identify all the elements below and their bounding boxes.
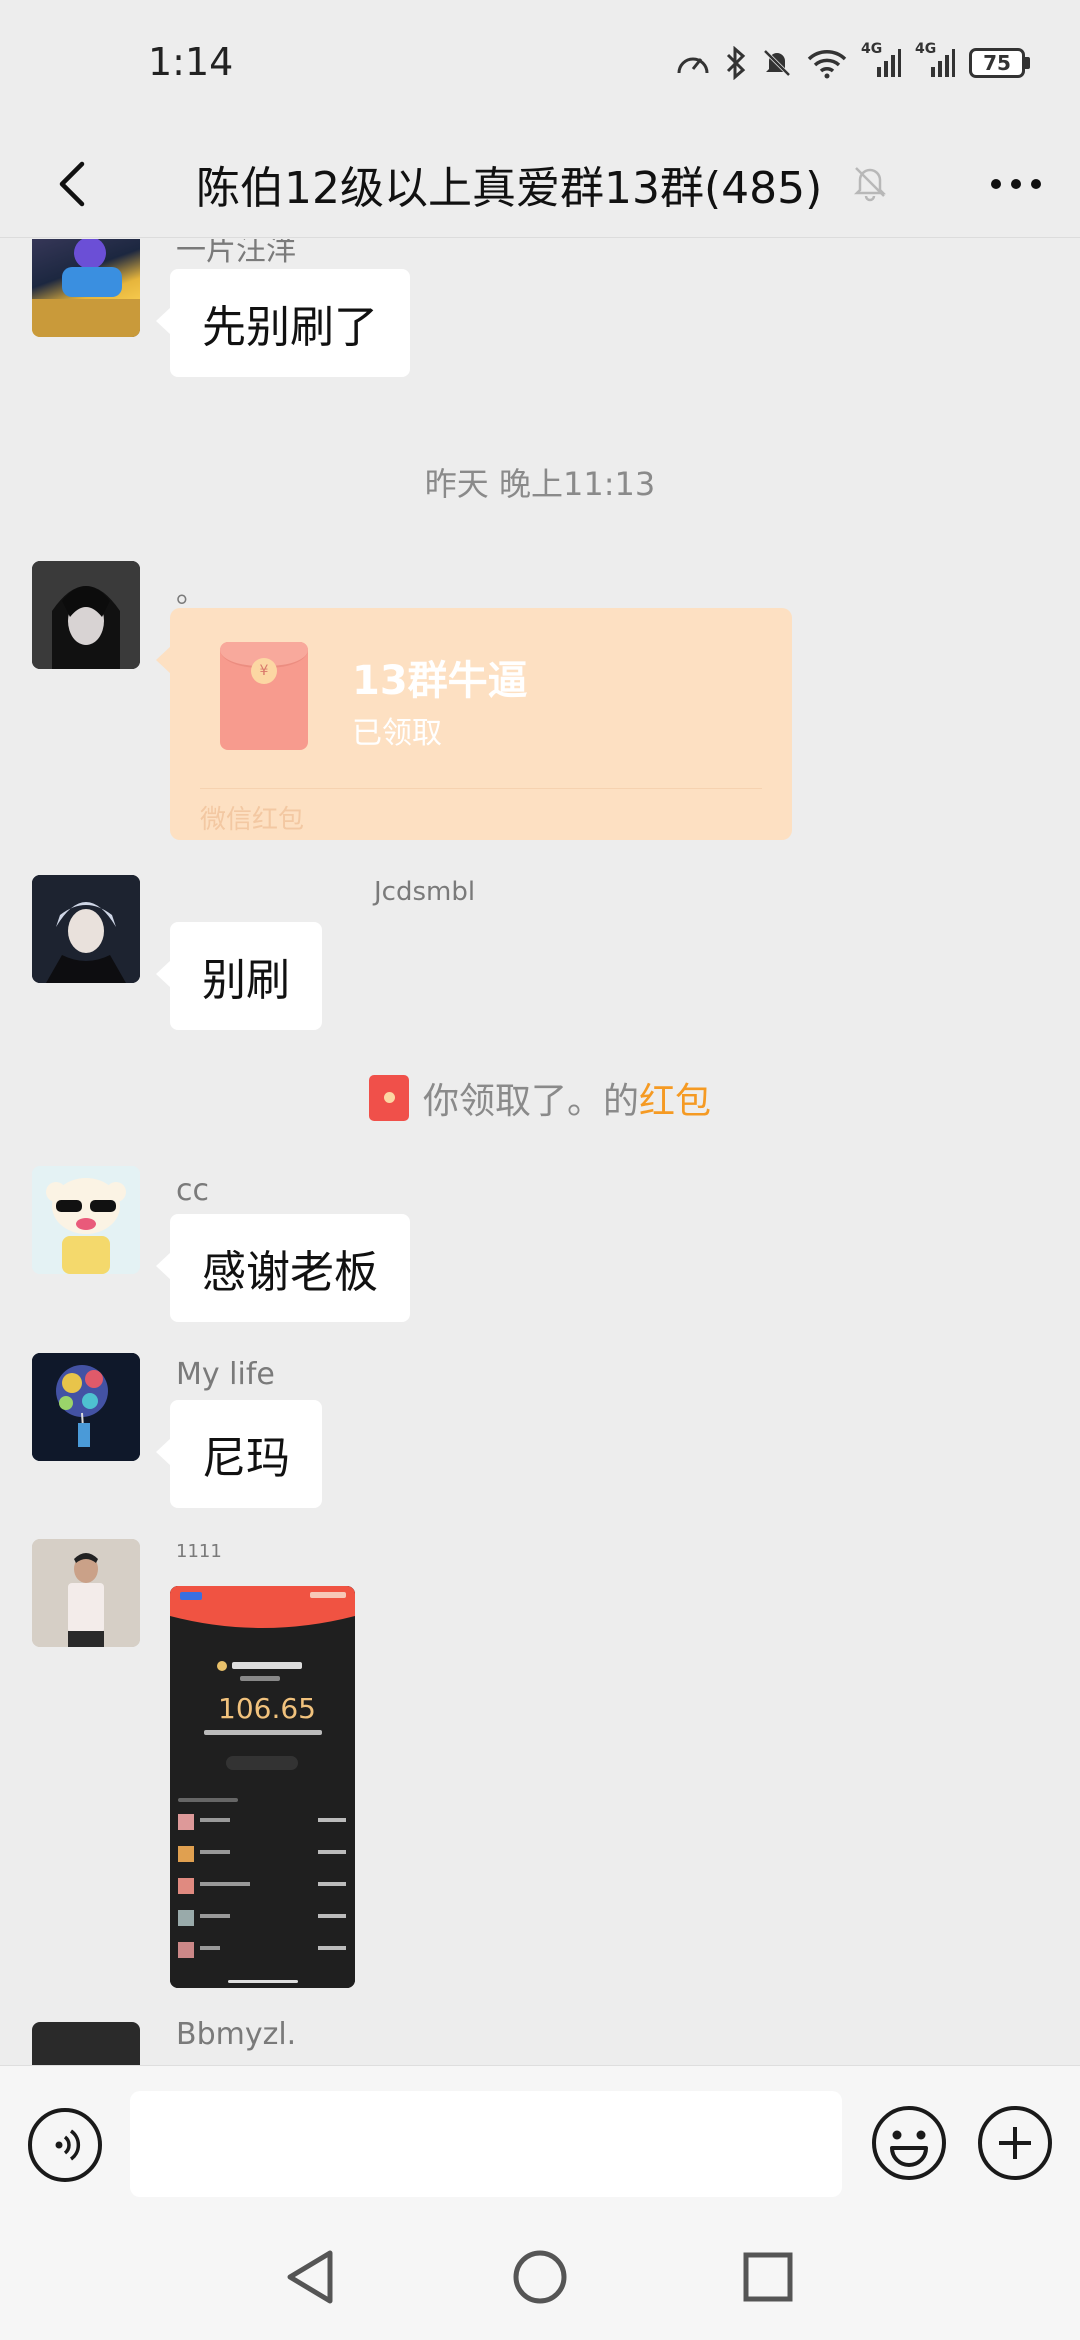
avatar[interactable]: [32, 1166, 140, 1274]
sender-name: Bbmyzl.: [176, 2017, 297, 2052]
sender-name: My life: [176, 1357, 275, 1392]
battery-level: 75: [969, 48, 1025, 78]
voice-icon: [55, 2129, 81, 2161]
network-type-1: 4G: [861, 41, 883, 57]
image-message[interactable]: 106.65: [170, 1586, 355, 1988]
avatar[interactable]: [32, 2022, 140, 2065]
red-envelope-icon: ¥: [220, 642, 308, 750]
image-amount: 106.65: [218, 1692, 316, 1725]
bell-off-icon: [850, 162, 890, 206]
battery-icon: 75: [969, 48, 1030, 78]
circle-home-icon: [513, 2250, 567, 2304]
plus-icon: [999, 2127, 1031, 2159]
message-list[interactable]: 一片汪洋 先别刷了 昨天 晚上11:13 。 ¥ 13群牛逼 已领取 微信红包 …: [0, 239, 1080, 2065]
system-recents-button[interactable]: [728, 2237, 808, 2317]
sender-name: cc: [176, 1173, 209, 1208]
sender-name: Jcdsmbl: [374, 877, 476, 907]
silent-icon: [761, 47, 793, 79]
red-packet-footer: 微信红包: [200, 805, 305, 835]
avatar[interactable]: [32, 239, 140, 337]
avatar[interactable]: [32, 1539, 140, 1647]
red-packet-title: 13群牛逼: [352, 658, 528, 704]
system-back-button[interactable]: [270, 2237, 350, 2317]
system-notice: 你领取了。的 红包: [0, 1072, 1080, 1124]
sender-name: 1111: [176, 1541, 222, 1562]
square-recents-icon: [743, 2252, 793, 2302]
triangle-back-icon: [287, 2250, 333, 2304]
bluetooth-icon: [725, 46, 747, 80]
status-icons: 4G 4G 75: [675, 41, 1030, 80]
speed-icon: [675, 47, 711, 79]
more-dots-icon: [991, 179, 1041, 189]
emoji-button[interactable]: [870, 2104, 948, 2182]
more-actions-button[interactable]: [978, 2106, 1052, 2180]
sender-name: 。: [176, 575, 206, 610]
status-time: 1:14: [148, 40, 234, 84]
message-bubble[interactable]: 别刷: [156, 922, 322, 1030]
emoji-icon: [872, 2106, 946, 2180]
message-input[interactable]: [130, 2091, 842, 2197]
system-navigation-bar: [0, 2215, 1080, 2340]
message-bubble[interactable]: 感谢老板: [156, 1214, 410, 1322]
avatar[interactable]: [32, 875, 140, 983]
signal-icon-1: 4G: [861, 41, 901, 79]
chat-title: 陈伯12级以上真爱群13群(485): [196, 163, 823, 214]
sender-name: 一片汪洋: [176, 239, 296, 268]
message-bubble[interactable]: 先别刷了: [156, 269, 410, 377]
system-home-button[interactable]: [500, 2237, 580, 2317]
voice-button[interactable]: [28, 2108, 102, 2182]
status-bar: 1:14 4G 4G 75: [0, 0, 1080, 130]
message-bubble[interactable]: 尼玛: [156, 1400, 322, 1508]
system-notice-text: 你领取了。的: [422, 1081, 639, 1122]
avatar[interactable]: [32, 561, 140, 669]
avatar[interactable]: [32, 1353, 140, 1461]
more-button[interactable]: [980, 148, 1052, 220]
chevron-left-icon: [59, 161, 85, 207]
chat-title-area[interactable]: 陈伯12级以上真爱群13群(485): [196, 148, 890, 220]
red-packet-icon: [368, 1075, 409, 1121]
signal-icon-2: 4G: [915, 41, 955, 79]
network-type-2: 4G: [915, 41, 937, 57]
red-packet-link[interactable]: 红包: [639, 1072, 711, 1124]
back-button[interactable]: [36, 148, 108, 220]
chat-header: 陈伯12级以上真爱群13群(485): [0, 130, 1080, 238]
timestamp: 昨天 晚上11:13: [424, 465, 656, 503]
wifi-icon: [807, 47, 847, 79]
red-packet-message[interactable]: ¥ 13群牛逼 已领取 微信红包: [156, 608, 792, 840]
input-bar: [0, 2065, 1080, 2215]
red-packet-status: 已领取: [352, 716, 442, 751]
divider: [200, 788, 762, 789]
